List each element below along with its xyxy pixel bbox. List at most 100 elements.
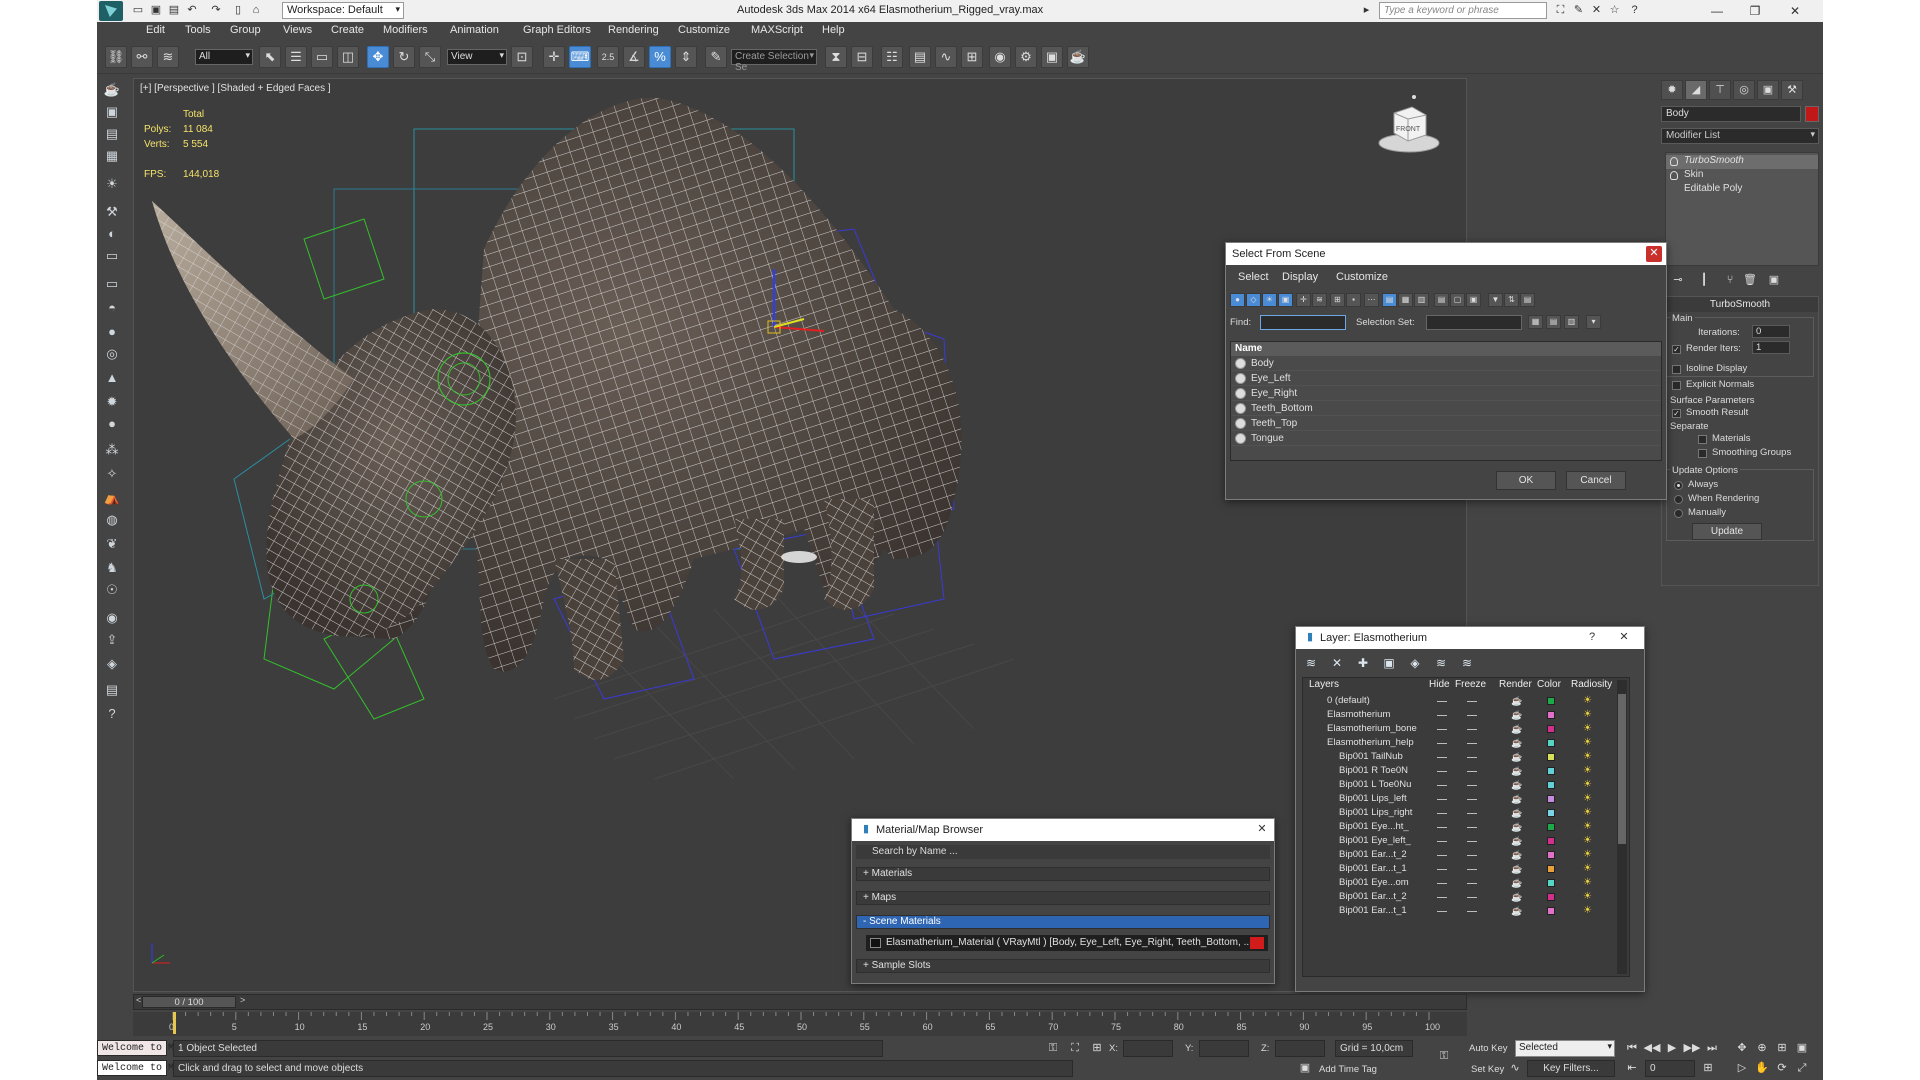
menu-group[interactable]: Group: [230, 24, 261, 36]
select-in-layer-icon[interactable]: ▣: [1380, 655, 1398, 671]
page-icon[interactable]: ▤: [101, 680, 123, 700]
layer-color-swatch[interactable]: [1547, 893, 1555, 901]
render-iters-spinner[interactable]: 1: [1752, 341, 1790, 354]
menu-edit[interactable]: Edit: [146, 24, 165, 36]
freeze-toggle[interactable]: [1467, 869, 1477, 870]
window-crossing-icon[interactable]: ◫: [337, 46, 359, 68]
freeze-toggle[interactable]: [1467, 701, 1477, 702]
zoom-all-icon[interactable]: ⊞: [1773, 1040, 1791, 1056]
field-of-view-icon[interactable]: ▷: [1733, 1060, 1751, 1076]
new-file-icon[interactable]: ▭: [131, 3, 145, 17]
go-to-start-icon[interactable]: ⏮: [1623, 1040, 1641, 1056]
list-item[interactable]: Body: [1231, 356, 1661, 371]
favorites-star-icon[interactable]: ☆: [1607, 3, 1622, 18]
radiosity-icon[interactable]: ☀: [1583, 794, 1593, 804]
menu-create[interactable]: Create: [331, 24, 364, 36]
utilities-tab-icon[interactable]: ⚒: [1781, 80, 1803, 100]
menu-graph-editors[interactable]: Graph Editors: [523, 24, 591, 36]
lightbulb-icon[interactable]: [1670, 171, 1678, 180]
current-frame-marker[interactable]: [173, 1012, 176, 1034]
export-icon[interactable]: ⇪: [101, 630, 123, 650]
display-cameras-icon[interactable]: ▣: [1278, 293, 1293, 307]
hide-toggle[interactable]: [1437, 729, 1447, 730]
hide-toggle[interactable]: [1437, 911, 1447, 912]
radiosity-icon[interactable]: ☀: [1583, 780, 1593, 790]
grid-icon[interactable]: ▦: [101, 146, 123, 166]
table-row[interactable]: Bip001 Lips_left ☕ ☀: [1303, 792, 1621, 806]
object-name-field[interactable]: Body: [1661, 106, 1801, 122]
layer-color-swatch[interactable]: [1547, 781, 1555, 789]
set-key-button[interactable]: Set Key: [1471, 1064, 1504, 1075]
y-coord-field[interactable]: [1199, 1040, 1249, 1057]
update-when-rendering-radio[interactable]: [1674, 495, 1683, 504]
pin-stack-icon[interactable]: ⊸: [1669, 272, 1687, 288]
rectangular-selection-icon[interactable]: ▭: [311, 46, 333, 68]
hide-toggle[interactable]: [1437, 855, 1447, 856]
radiosity-icon[interactable]: ☀: [1583, 710, 1593, 720]
close-button[interactable]: ✕: [1777, 2, 1813, 20]
project-folder-icon[interactable]: ⌂: [249, 3, 263, 17]
render-teapot-icon[interactable]: ☕: [1511, 893, 1522, 902]
graphite-ribbon-icon[interactable]: ▤: [909, 46, 931, 68]
workspace-dropdown[interactable]: Workspace: Default: [282, 2, 404, 19]
select-dependents-icon[interactable]: ⇅: [1504, 293, 1519, 307]
selection-set-remove-icon[interactable]: ▥: [1564, 315, 1579, 329]
orbit-icon[interactable]: ⟳: [1773, 1060, 1791, 1076]
app-logo-icon[interactable]: [99, 1, 123, 21]
hide-toggle[interactable]: [1437, 701, 1447, 702]
radiosity-icon[interactable]: ☀: [1583, 696, 1593, 706]
menu-modifiers[interactable]: Modifiers: [383, 24, 428, 36]
time-tag-icon[interactable]: ▣: [1297, 1060, 1313, 1076]
rendered-frame-window-icon[interactable]: ▣: [1041, 46, 1063, 68]
render-teapot-icon[interactable]: ☕: [1511, 907, 1522, 916]
render-production-icon[interactable]: ☕: [1067, 46, 1089, 68]
render-teapot-icon[interactable]: ☕: [1511, 809, 1522, 818]
edit-named-selection-icon[interactable]: ✎: [705, 46, 727, 68]
layer-dialog-help-button[interactable]: ?: [1584, 630, 1600, 646]
turbosmooth-header[interactable]: TurboSmooth: [1662, 297, 1818, 312]
hide-toggle[interactable]: [1437, 897, 1447, 898]
hide-toggle[interactable]: [1437, 813, 1447, 814]
layer-color-swatch[interactable]: [1547, 851, 1555, 859]
display-shapes-icon[interactable]: ◇: [1246, 293, 1261, 307]
select-and-move-icon[interactable]: ✥: [367, 46, 389, 68]
material-editor-icon[interactable]: ◉: [989, 46, 1011, 68]
percent-snap-icon[interactable]: %: [649, 46, 671, 68]
find-input[interactable]: [1260, 315, 1346, 330]
radiosity-icon[interactable]: ☀: [1583, 836, 1593, 846]
hide-toggle[interactable]: [1437, 827, 1447, 828]
create-layer-icon[interactable]: ≋: [1302, 655, 1320, 671]
radiosity-icon[interactable]: ☀: [1583, 864, 1593, 874]
play-icon[interactable]: ▶: [1663, 1040, 1681, 1056]
col-radiosity[interactable]: Radiosity: [1571, 678, 1612, 692]
link-icon[interactable]: ⛓: [105, 46, 127, 68]
time-slider[interactable]: < 0 / 100 >: [133, 994, 1467, 1010]
hide-toggle[interactable]: [1437, 771, 1447, 772]
binoculars-icon[interactable]: ⛶: [1553, 3, 1568, 18]
menu-views[interactable]: Views: [283, 24, 312, 36]
table-row[interactable]: 0 (default) ☕ ☀: [1303, 694, 1621, 708]
display-invert-icon[interactable]: ▣: [1466, 293, 1481, 307]
stack-item-turbosmooth[interactable]: TurboSmooth: [1666, 155, 1818, 169]
freeze-toggle[interactable]: [1467, 743, 1477, 744]
lightbulb-icon[interactable]: [1670, 157, 1678, 166]
infocenter-search-input[interactable]: Type a keyword or phrase: [1379, 2, 1547, 19]
freeze-toggle[interactable]: [1467, 855, 1477, 856]
hide-toggle[interactable]: [1437, 883, 1447, 884]
list-item[interactable]: Tongue: [1231, 431, 1661, 446]
radiosity-icon[interactable]: ☀: [1583, 808, 1593, 818]
freeze-toggle[interactable]: [1467, 757, 1477, 758]
hide-all-icon[interactable]: ≋: [1432, 655, 1450, 671]
display-spacewarps-icon[interactable]: ≋: [1312, 293, 1327, 307]
update-always-radio[interactable]: [1674, 481, 1683, 490]
material-search-input[interactable]: Search by Name ...: [856, 845, 1270, 859]
hide-toggle[interactable]: [1437, 785, 1447, 786]
hair-icon[interactable]: ✧: [101, 464, 123, 484]
col-layers[interactable]: Layers: [1309, 678, 1339, 692]
selection-filter-dropdown[interactable]: All: [195, 49, 253, 65]
radiosity-icon[interactable]: ☀: [1583, 822, 1593, 832]
select-object-icon[interactable]: ⬉: [259, 46, 281, 68]
layer-color-swatch[interactable]: [1547, 697, 1555, 705]
table-row[interactable]: Bip001 Eye...ht_ ☕ ☀: [1303, 820, 1621, 834]
scene-material-item[interactable]: Elasmatherium_Material ( VRayMtl ) [Body…: [866, 935, 1268, 951]
